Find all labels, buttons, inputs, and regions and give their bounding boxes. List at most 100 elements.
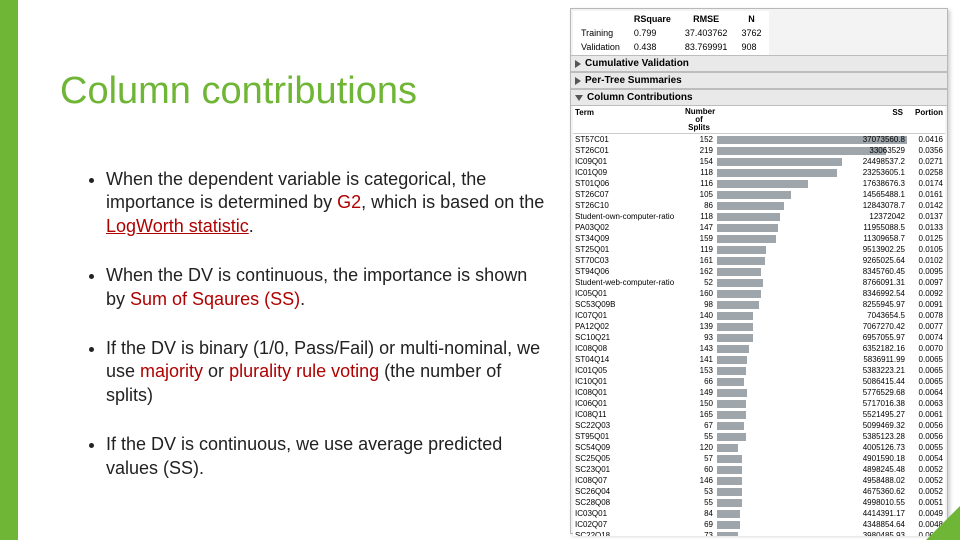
emphasis: G2 <box>337 192 361 212</box>
cell-portion: 0.0142 <box>907 201 943 210</box>
cell-bar: 12372042 <box>717 213 907 221</box>
cell-splits: 73 <box>685 531 717 536</box>
stats-n-header: N <box>735 13 767 25</box>
table-row: IC05Q011608346992.540.0092 <box>573 288 945 299</box>
cell-bar: 37073560.8 <box>717 136 907 144</box>
cell-ss: 7043654.5 <box>867 311 905 320</box>
table-row: IC01Q0911823253605.10.0258 <box>573 167 945 178</box>
table-row: PA03Q0214711955088.50.0133 <box>573 222 945 233</box>
cell-ss: 4958488.02 <box>863 476 905 485</box>
cell-term: Student-web-computer-ratio <box>575 278 685 287</box>
cell-splits: 84 <box>685 509 717 518</box>
cell-splits: 53 <box>685 487 717 496</box>
cell-portion: 0.0065 <box>907 355 943 364</box>
stats-val: 3762 <box>735 27 767 39</box>
table-row: PA12Q021397067270.420.0077 <box>573 321 945 332</box>
cell-term: IC03Q01 <box>575 509 685 518</box>
cell-splits: 98 <box>685 300 717 309</box>
cell-term: ST26C10 <box>575 201 685 210</box>
cell-ss: 12372042 <box>869 212 905 221</box>
cell-ss: 5086415.44 <box>863 377 905 386</box>
cell-portion: 0.0258 <box>907 168 943 177</box>
emphasis: majority <box>140 361 203 381</box>
cell-bar: 5383223.21 <box>717 367 907 375</box>
cell-ss: 6352182.16 <box>863 344 905 353</box>
cell-splits: 120 <box>685 443 717 452</box>
cell-splits: 116 <box>685 179 717 188</box>
cell-ss: 4898245.48 <box>863 465 905 474</box>
cell-portion: 0.0061 <box>907 410 943 419</box>
cell-term: ST34Q09 <box>575 234 685 243</box>
table-row: IC08Q011495776529.680.0064 <box>573 387 945 398</box>
bullet-2: When the DV is continuous, the importanc… <box>106 264 546 311</box>
cell-bar: 5836911.99 <box>717 356 907 364</box>
table-row: IC08Q071464958488.020.0052 <box>573 475 945 486</box>
table-row: IC08Q111655521495.270.0061 <box>573 409 945 420</box>
cell-portion: 0.0137 <box>907 212 943 221</box>
stats-rsquare-header: RSquare <box>628 13 677 25</box>
cell-portion: 0.0097 <box>907 278 943 287</box>
bullet-3: If the DV is binary (1/0, Pass/Fail) or … <box>106 337 546 407</box>
cell-bar: 4414391.17 <box>717 510 907 518</box>
cell-splits: 105 <box>685 190 717 199</box>
cell-bar: 4005126.73 <box>717 444 907 452</box>
cell-splits: 147 <box>685 223 717 232</box>
cell-ss: 17638676.3 <box>863 179 905 188</box>
cell-term: IC07Q01 <box>575 311 685 320</box>
table-row: IC01Q051535383223.210.0065 <box>573 365 945 376</box>
emphasis: Sum of Sqaures (SS) <box>130 289 300 309</box>
section-label: Per-Tree Summaries <box>585 75 682 86</box>
section-per-tree-summaries[interactable]: Per-Tree Summaries <box>571 72 947 89</box>
cell-portion: 0.0064 <box>907 388 943 397</box>
cell-bar: 5717016.38 <box>717 400 907 408</box>
bullet-text: If the DV is continuous, we use average … <box>106 434 502 477</box>
table-row: SC22Q03675099469.320.0056 <box>573 420 945 431</box>
cell-portion: 0.0078 <box>907 311 943 320</box>
table-row: ST26C0710514565488.10.0161 <box>573 189 945 200</box>
cell-term: ST94Q06 <box>575 267 685 276</box>
cell-bar: 4958488.02 <box>717 477 907 485</box>
section-column-contributions[interactable]: Column Contributions <box>571 89 947 106</box>
cell-bar: 8255945.97 <box>717 301 907 309</box>
cell-splits: 140 <box>685 311 717 320</box>
cell-ss: 7067270.42 <box>863 322 905 331</box>
header-ss: SS <box>713 108 907 132</box>
cell-splits: 219 <box>685 146 717 155</box>
cell-splits: 119 <box>685 245 717 254</box>
cell-term: IC08Q01 <box>575 388 685 397</box>
cell-splits: 66 <box>685 377 717 386</box>
cell-ss: 4414391.17 <box>863 509 905 518</box>
cell-portion: 0.0416 <box>907 135 943 144</box>
cell-term: SC28Q08 <box>575 498 685 507</box>
stats-rmse-header: RMSE <box>679 13 734 25</box>
cell-ss: 5385123.28 <box>863 432 905 441</box>
section-cumulative-validation[interactable]: Cumulative Validation <box>571 55 947 72</box>
cell-portion: 0.0356 <box>907 146 943 155</box>
cell-portion: 0.0095 <box>907 267 943 276</box>
emphasis: plurality rule voting <box>229 361 379 381</box>
cell-portion: 0.0271 <box>907 157 943 166</box>
table-row: SC25Q05574901590.180.0054 <box>573 453 945 464</box>
cell-splits: 153 <box>685 366 717 375</box>
cell-term: IC06Q01 <box>575 399 685 408</box>
cell-portion: 0.0056 <box>907 432 943 441</box>
cell-term: ST26C07 <box>575 190 685 199</box>
table-row: SC28Q08554998010.550.0051 <box>573 497 945 508</box>
table-row: ST01Q0611617638676.30.0174 <box>573 178 945 189</box>
cell-term: ST57C01 <box>575 135 685 144</box>
bullet-text: , which is based on the <box>361 192 544 212</box>
table-row: SC10Q21936957055.970.0074 <box>573 332 945 343</box>
cell-portion: 0.0091 <box>907 300 943 309</box>
table-row: ST94Q061628345760.450.0095 <box>573 266 945 277</box>
cell-portion: 0.0092 <box>907 289 943 298</box>
cell-ss: 4901590.18 <box>863 454 905 463</box>
cell-portion: 0.0052 <box>907 465 943 474</box>
cell-term: IC05Q01 <box>575 289 685 298</box>
cell-splits: 160 <box>685 289 717 298</box>
cell-portion: 0.0077 <box>907 322 943 331</box>
cell-ss: 8766091.31 <box>863 278 905 287</box>
cell-splits: 161 <box>685 256 717 265</box>
cell-splits: 159 <box>685 234 717 243</box>
cell-ss: 5836911.99 <box>863 355 905 364</box>
cell-bar: 4348854.64 <box>717 521 907 529</box>
